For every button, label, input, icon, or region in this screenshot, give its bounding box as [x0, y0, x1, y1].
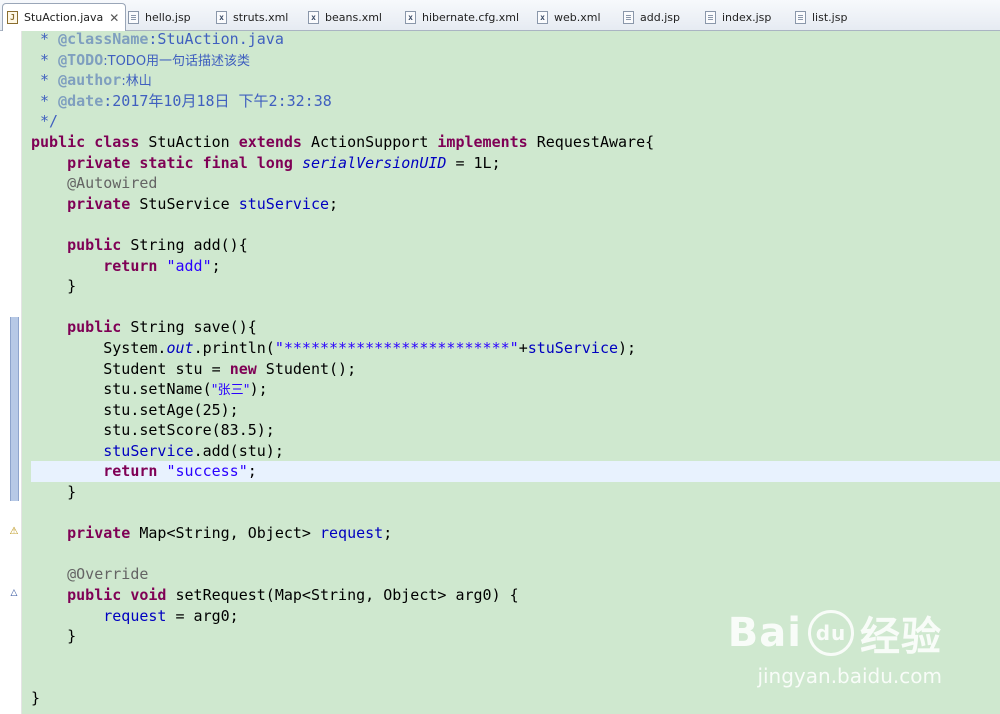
- warning-icon[interactable]: ⚠: [8, 526, 20, 538]
- code-line: */: [31, 112, 59, 131]
- editor-tab-bar: J StuAction.java ✕ hello.jsp x struts.xm…: [0, 0, 1000, 31]
- tab-struts-xml[interactable]: x struts.xml: [214, 4, 288, 30]
- xml-file-icon: x: [216, 10, 227, 24]
- xml-file-icon: x: [308, 10, 319, 24]
- code-line: private Map<String, Object> request;: [67, 524, 393, 543]
- code-line: public class StuAction extends ActionSup…: [31, 132, 655, 151]
- code-line: stu.setName("张三");: [31, 380, 268, 399]
- paw-logo-icon: [808, 610, 854, 656]
- editor-gutter: ⚠ △: [0, 31, 22, 714]
- watermark-url: jingyan.baidu.com: [757, 664, 942, 688]
- code-editor[interactable]: ⚠ △ * @className:StuAction.java * @TODO:…: [0, 30, 1000, 714]
- tab-label: StuAction.java: [24, 11, 104, 24]
- code-line: }: [31, 689, 41, 707]
- change-marker: [10, 317, 19, 501]
- code-line: }: [31, 483, 77, 502]
- tab-index-jsp[interactable]: index.jsp: [703, 4, 771, 30]
- baidu-jingyan-watermark: Bai 经验 jingyan.baidu.com: [728, 604, 942, 688]
- override-icon[interactable]: △: [9, 588, 19, 598]
- tab-label: web.xml: [554, 10, 601, 24]
- tab-hibernate-cfg-xml[interactable]: x hibernate.cfg.xml: [403, 4, 519, 30]
- code-line: private StuService stuService;: [67, 194, 339, 213]
- tab-label: beans.xml: [325, 10, 382, 24]
- code-line: stuService.add(stu);: [103, 441, 284, 460]
- jsp-file-icon: [795, 10, 806, 24]
- jsp-file-icon: [128, 10, 139, 24]
- tab-label: hello.jsp: [145, 10, 191, 24]
- java-file-icon: J: [7, 11, 18, 24]
- jsp-file-icon: [705, 10, 716, 24]
- code-line: * @date:2017年10月18日 下午2:32:38: [31, 91, 332, 110]
- code-line: @Autowired: [67, 174, 158, 193]
- code-line: public void setRequest(Map<String, Objec…: [67, 586, 519, 605]
- tab-list-jsp[interactable]: list.jsp: [793, 4, 847, 30]
- code-line: }: [31, 277, 77, 296]
- code-line: private static final long serialVersionU…: [67, 153, 501, 172]
- code-line: * @className:StuAction.java: [31, 30, 284, 48]
- tab-label: add.jsp: [640, 10, 680, 24]
- jsp-file-icon: [623, 10, 634, 24]
- tab-label: index.jsp: [722, 10, 772, 24]
- xml-file-icon: x: [405, 10, 416, 24]
- tab-label: struts.xml: [233, 10, 289, 24]
- tab-stuaction-java[interactable]: J StuAction.java ✕: [2, 3, 127, 31]
- code-line: public String add(){: [67, 235, 248, 254]
- code-line: System.out.println("********************…: [31, 338, 637, 357]
- tab-beans-xml[interactable]: x beans.xml: [306, 4, 382, 30]
- code-line: Student stu = new Student();: [31, 359, 357, 378]
- code-line: @Override: [67, 565, 149, 584]
- code-line: public String save(){: [67, 318, 257, 337]
- close-icon[interactable]: ✕: [109, 12, 119, 24]
- code-line: * @author:林山: [31, 71, 152, 90]
- current-line-highlight: return "success";: [31, 461, 1000, 483]
- code-line: stu.setAge(25);: [31, 400, 239, 419]
- code-line: return "add";: [103, 256, 221, 275]
- watermark-logo: Bai 经验: [728, 604, 942, 662]
- tab-label: list.jsp: [812, 10, 848, 24]
- code-line: stu.setScore(83.5);: [31, 421, 275, 440]
- code-line: * @TODO:TODO用一句话描述该类: [31, 50, 251, 69]
- tab-web-xml[interactable]: x web.xml: [535, 4, 601, 30]
- tab-add-jsp[interactable]: add.jsp: [621, 4, 680, 30]
- tab-hello-jsp[interactable]: hello.jsp: [126, 4, 191, 30]
- xml-file-icon: x: [537, 10, 548, 24]
- tab-label: hibernate.cfg.xml: [422, 10, 520, 24]
